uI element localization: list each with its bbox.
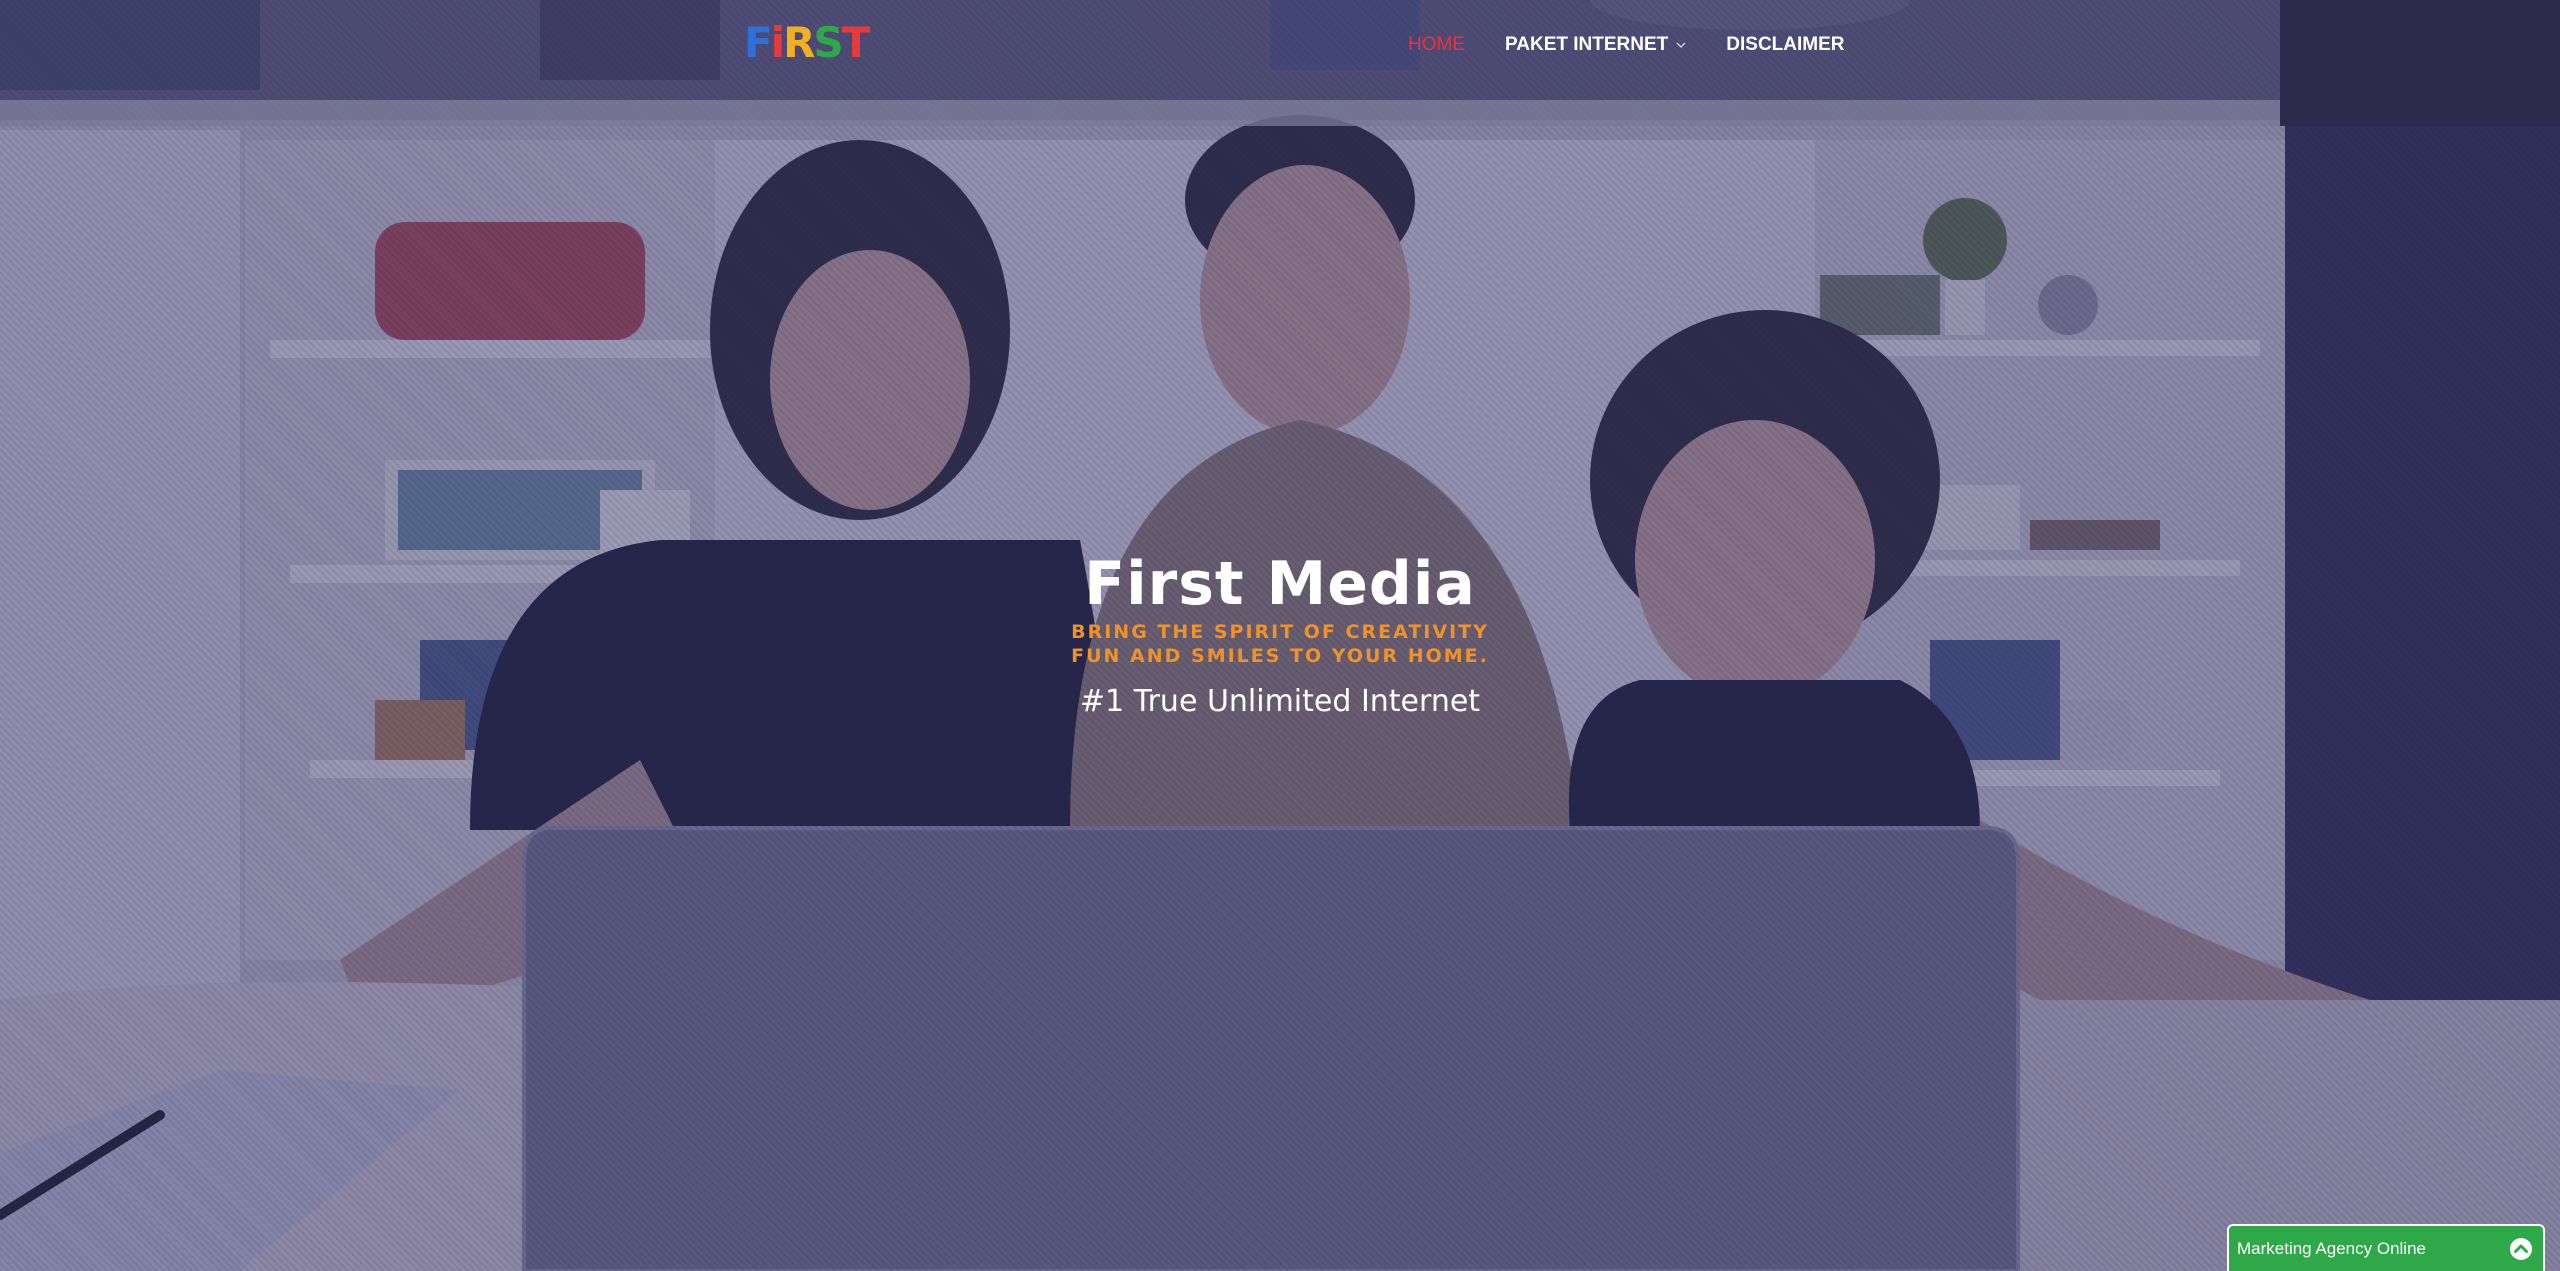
header-shelf-band: [0, 100, 2280, 126]
logo-letter: F: [744, 18, 773, 67]
hero-subtitle: #1 True Unlimited Internet: [1079, 684, 1481, 719]
first-media-logo[interactable]: FiRST: [744, 18, 871, 68]
hero-text: First Media BRING THE SPIRIT OF CREATIVI…: [0, 548, 2560, 722]
logo-letter: T: [841, 18, 871, 67]
main-nav: HOME PAKET INTERNET DISCLAIMER: [1408, 34, 1845, 56]
hero-tagline-line2: FUN AND SMILES TO YOUR HOME.: [1071, 645, 1489, 667]
logo-letter: R: [783, 18, 815, 67]
nav-disclaimer[interactable]: DISCLAIMER: [1726, 34, 1844, 56]
nav-disclaimer-label: DISCLAIMER: [1726, 34, 1845, 55]
chat-widget[interactable]: Marketing Agency Online: [2227, 1224, 2545, 1271]
logo-letter: S: [813, 18, 843, 67]
hero-tagline-line1: BRING THE SPIRIT OF CREATIVITY: [1071, 621, 1489, 643]
nav-paket-internet-label: PAKET INTERNET: [1505, 34, 1669, 55]
chevron-up-circle-icon[interactable]: [2509, 1237, 2533, 1261]
logo-letter: i: [770, 18, 785, 67]
site-header: FiRST HOME PAKET INTERNET DISCLAIMER: [0, 0, 2560, 126]
nav-home-label: HOME: [1408, 34, 1465, 55]
nav-paket-internet[interactable]: PAKET INTERNET: [1505, 34, 1686, 56]
chat-widget-label: Marketing Agency Online: [2237, 1238, 2426, 1258]
hero-title: First Media: [1084, 549, 1476, 619]
chevron-down-icon: [1676, 42, 1686, 48]
header-right-panel: [2280, 0, 2560, 126]
nav-home[interactable]: HOME: [1408, 34, 1465, 56]
